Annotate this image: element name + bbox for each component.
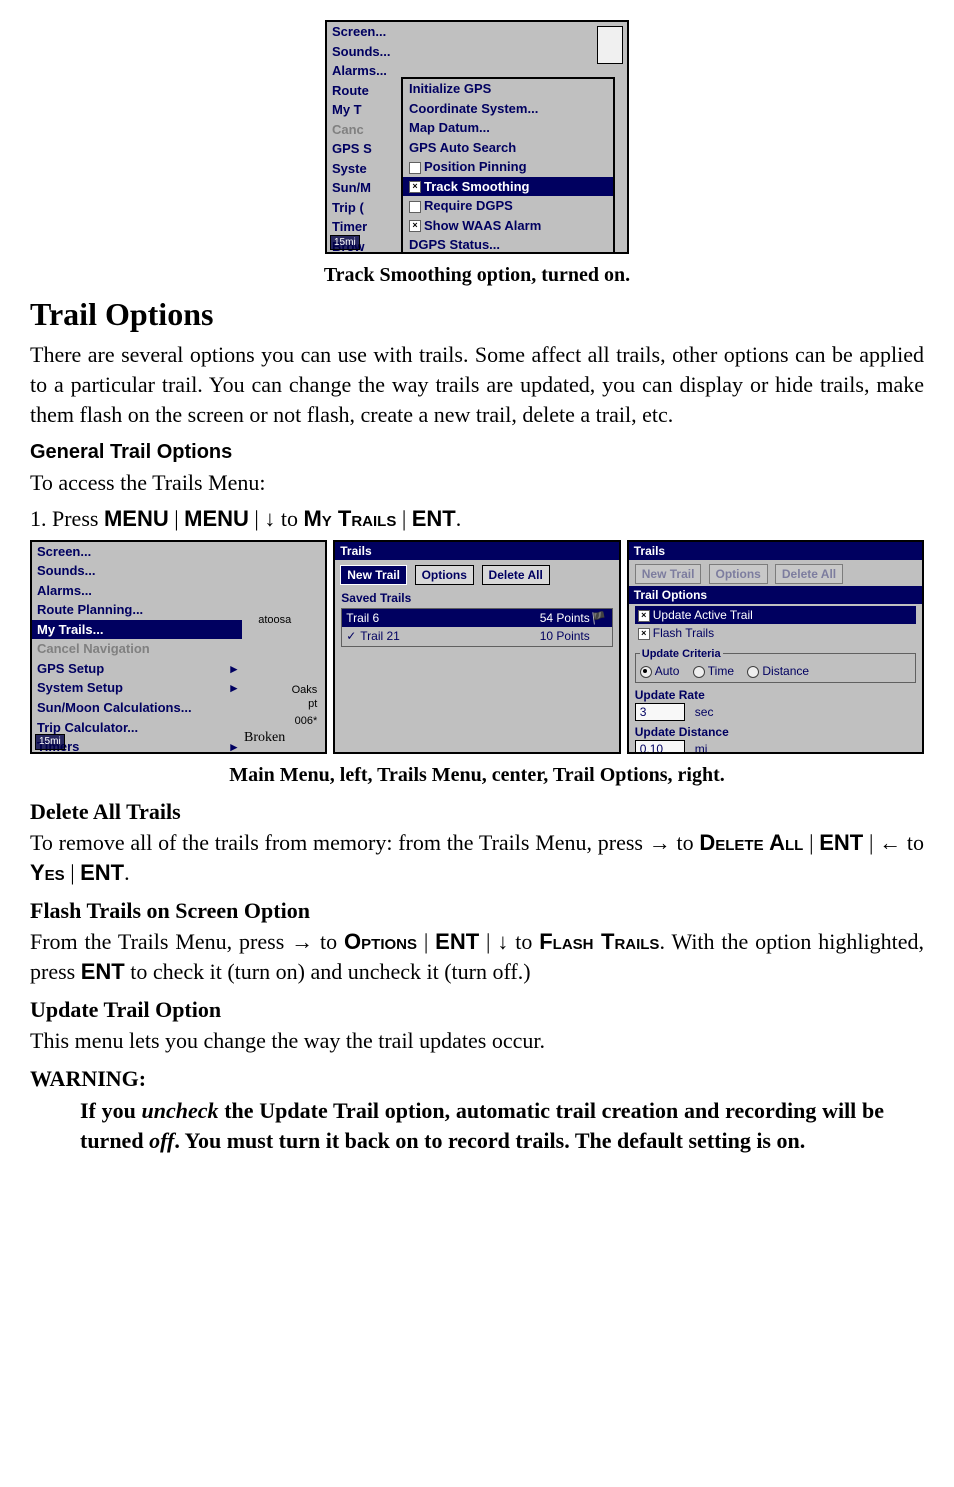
popup-item[interactable]: GPS Auto Search [403, 138, 613, 158]
update-distance-label: Update Distance [635, 724, 916, 740]
update-criteria-label: Update Criteria [640, 647, 723, 662]
menu-item[interactable]: Route [327, 81, 399, 101]
update-paragraph: This menu lets you change the way the tr… [30, 1026, 924, 1056]
menu-item-disabled: Canc [327, 120, 399, 140]
hidden-button: New Trail [635, 564, 702, 584]
flash-paragraph: From the Trails Menu, press → to Options… [30, 927, 924, 986]
menu-item[interactable]: Sun/Moon Calculations... [32, 698, 242, 718]
heading-flash-trails: Flash Trails on Screen Option [30, 896, 924, 926]
popup-item[interactable]: Initialize GPS [403, 79, 613, 99]
window-title: Trails [629, 542, 922, 560]
step-1: 1. Press MENU | MENU | ↓ to My Trails | … [30, 504, 924, 534]
trail-row-selected[interactable]: Trail 6 54 Points 🏴 [342, 609, 611, 627]
menu-item[interactable]: My T [327, 100, 399, 120]
menu-item[interactable]: Sun/M [327, 178, 399, 198]
menu-item[interactable]: Sounds... [327, 42, 399, 62]
update-rate-label: Update Rate [635, 687, 916, 703]
menu-item[interactable]: GPS S [327, 139, 399, 159]
trail-row[interactable]: ✓ Trail 21 10 Points [342, 627, 611, 645]
popup-item[interactable]: Coordinate System... [403, 99, 613, 119]
menu-item[interactable]: Route Planning... [32, 600, 242, 620]
popup-label: Show WAAS Alarm [424, 218, 541, 233]
trail-options-screenshot: Trails New Trail Options Delete All Trai… [627, 540, 924, 754]
menu-item[interactable]: System Setup▸ [32, 678, 242, 698]
gps-setup-popup: Initialize GPS Coordinate System... Map … [401, 77, 615, 254]
popup-label: Require DGPS [424, 198, 513, 213]
menu-item[interactable]: Syste [327, 159, 399, 179]
flag-icon: 🏴 [590, 610, 608, 626]
screenshots-row: Screen... Sounds... Alarms... Route Plan… [30, 540, 924, 754]
menu-item-my-trails[interactable]: My Trails... [32, 620, 242, 640]
rate-unit: sec [695, 705, 714, 719]
menu-item[interactable]: GPS Setup▸ [32, 659, 242, 679]
menu-item-disabled: Cancel Navigation [32, 639, 242, 659]
gps-setup-screenshot: Screen... Sounds... Alarms... Route My T… [325, 20, 629, 254]
caption-track-smoothing: Track Smoothing option, turned on. [30, 262, 924, 289]
radio-auto[interactable]: Auto [640, 664, 680, 678]
menu-item[interactable]: Alarms... [327, 61, 399, 81]
heading-delete-all: Delete All Trails [30, 797, 924, 827]
heading-update-trail: Update Trail Option [30, 995, 924, 1025]
menu-item[interactable]: Alarms... [32, 581, 242, 601]
flash-trails-checkbox[interactable]: Flash Trails [635, 624, 916, 642]
caption-row: Main Menu, left, Trails Menu, center, Tr… [30, 762, 924, 789]
delete-paragraph: To remove all of the trails from memory:… [30, 828, 924, 887]
popup-item[interactable]: DGPS Status... [403, 235, 613, 254]
popup-item-track-smoothing[interactable]: Track Smoothing [403, 177, 613, 197]
trails-menu-screenshot: Trails New Trail Options Delete All Save… [333, 540, 620, 754]
main-menu-screenshot: Screen... Sounds... Alarms... Route Plan… [30, 540, 327, 754]
hidden-button: Delete All [775, 564, 843, 584]
options-button[interactable]: Options [415, 565, 474, 585]
heading-warning: WARNING: [30, 1064, 924, 1094]
heading-trail-options: Trail Options [30, 293, 924, 336]
map-label-broken: Broken [244, 729, 285, 748]
popup-item-check[interactable]: Require DGPS [403, 196, 613, 216]
popup-label: Position Pinning [424, 159, 527, 174]
menu-item[interactable]: Screen... [327, 22, 399, 42]
update-distance-field[interactable]: 0.10 [635, 740, 685, 753]
heading-general-trail-options: General Trail Options [30, 439, 924, 466]
new-trail-button[interactable]: New Trail [340, 565, 407, 585]
radio-distance[interactable]: Distance [747, 664, 809, 678]
warning-paragraph: If you uncheck the Update Trail option, … [80, 1096, 884, 1155]
cursor-icon [597, 26, 623, 64]
update-active-trail-checkbox[interactable]: Update Active Trail [635, 606, 916, 624]
access-line: To access the Trails Menu: [30, 468, 924, 498]
popup-item[interactable]: Map Datum... [403, 118, 613, 138]
radio-time[interactable]: Time [693, 664, 734, 678]
saved-trails-heading: Saved Trails [335, 590, 618, 606]
hidden-button: Options [709, 564, 768, 584]
menu-item[interactable]: Sounds... [32, 561, 242, 581]
map-scale: 15mi [35, 734, 65, 750]
popup-item-check[interactable]: Show WAAS Alarm [403, 216, 613, 236]
update-rate-field[interactable]: 3 [635, 703, 685, 721]
intro-paragraph: There are several options you can use wi… [30, 340, 924, 429]
menu-item[interactable]: Trip ( [327, 198, 399, 218]
distance-unit: mi [695, 742, 708, 753]
delete-all-button[interactable]: Delete All [482, 565, 550, 585]
window-title: Trails [335, 542, 618, 560]
popup-label: Track Smoothing [424, 179, 529, 194]
map-scale: 15mi [330, 235, 360, 251]
menu-item[interactable]: Screen... [32, 542, 242, 562]
popup-item-check[interactable]: Position Pinning [403, 157, 613, 177]
panel-title: Trail Options [629, 586, 922, 604]
